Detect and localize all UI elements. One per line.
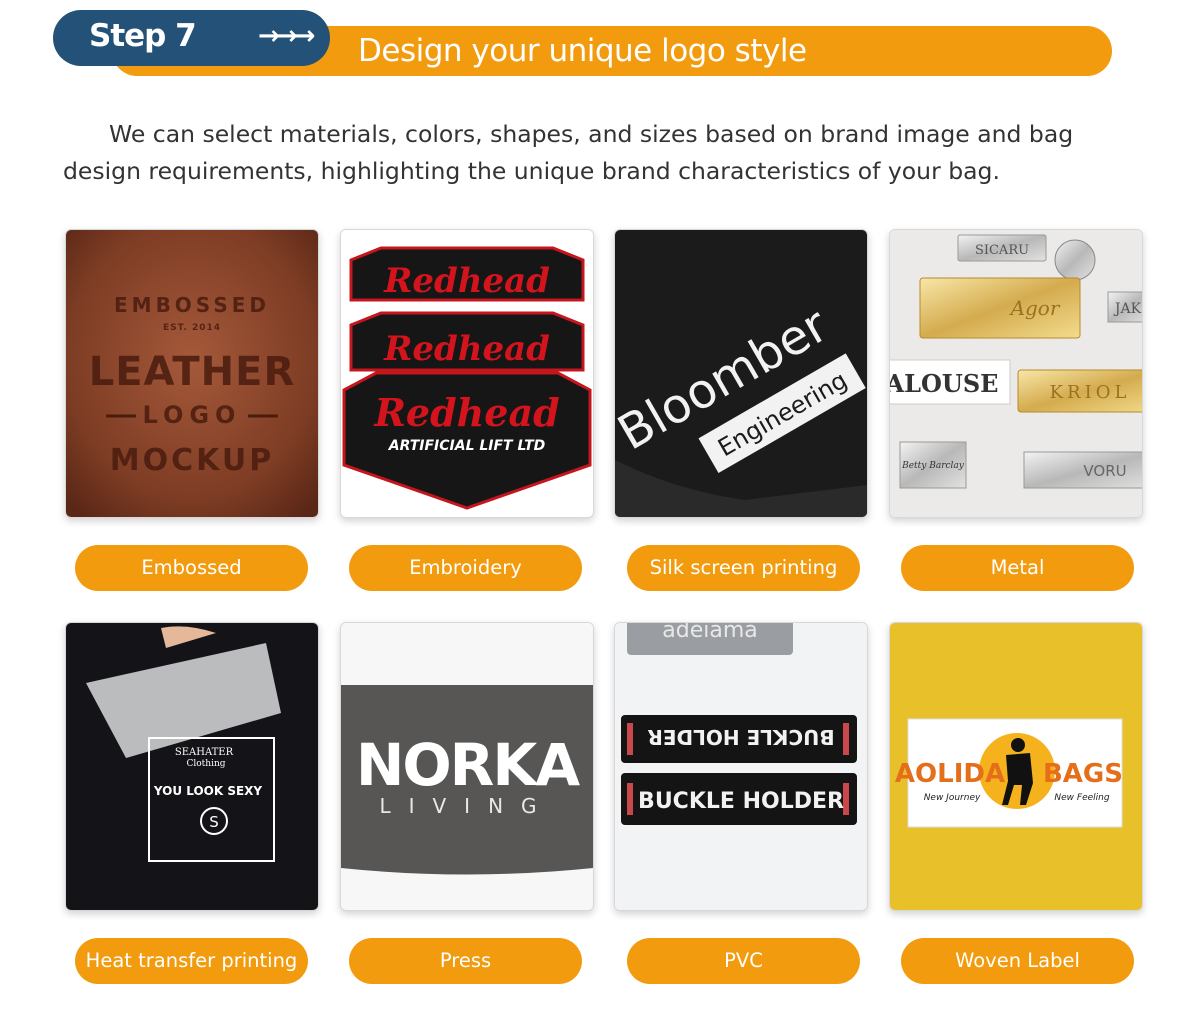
embossed-leather: LEATHER: [89, 349, 296, 395]
style-label-embossed: Embossed: [75, 545, 308, 591]
card-image-heat-transfer: SEAHATER Clothing YOU LOOK SEXY S: [65, 622, 319, 911]
embossed-logo: LOGO: [143, 401, 242, 429]
metal-tag-2: Agor: [1009, 296, 1061, 320]
metal-tag-7: VORU: [1083, 462, 1126, 480]
press-sub: LIVING: [379, 794, 554, 818]
card-image-press: NORKA LIVING: [340, 622, 594, 911]
section-title: Design your unique logo style: [358, 33, 807, 69]
heat-tagline: YOU LOOK SEXY: [153, 784, 263, 798]
heat-size: S: [209, 813, 219, 831]
step-badge: Step 7 →→→: [53, 10, 330, 66]
pvc-label-1: BUCKLE HOLDER: [647, 725, 834, 749]
intro-paragraph: We can select materials, colors, shapes,…: [63, 120, 1074, 185]
embossed-est: EST. 2014: [163, 323, 221, 333]
step-label: Step 7: [89, 18, 197, 54]
patch-text-3: Redhead: [373, 390, 559, 435]
card-image-pvc: adeiama BUCKLE HOLDER BUCKLE HOLDER: [614, 622, 868, 911]
patch-text-2: Redhead: [383, 329, 550, 369]
card-image-silk-screen: Bloomber Engineering: [614, 229, 868, 518]
embossed-mockup: MOCKUP: [110, 443, 274, 478]
heat-brand: SEAHATER: [175, 747, 234, 758]
heat-sub: Clothing: [186, 759, 225, 769]
card-image-embroidery: Redhead Redhead Redhead ARTIFICIAL LIFT …: [340, 229, 594, 518]
card-image-metal: SICARU Agor JAK ALOUSE KRIOL Betty Barcl…: [889, 229, 1143, 518]
style-label-heat-transfer: Heat transfer printing: [75, 938, 308, 984]
metal-tag-4: ALOUSE: [890, 369, 998, 398]
style-label-woven: Woven Label: [901, 938, 1134, 984]
woven-tag-2: New Feeling: [1054, 793, 1109, 803]
metal-tag-1: SICARU: [975, 243, 1029, 258]
press-brand: NORKA: [356, 731, 580, 799]
woven-word-2: BAGS: [1043, 759, 1123, 789]
woven-tag-1: New Journey: [924, 793, 981, 803]
pvc-label-2: BUCKLE HOLDER: [638, 789, 844, 814]
style-label-metal: Metal: [901, 545, 1134, 591]
arrows-icon: →→→: [258, 21, 315, 51]
embossed-word: EMBOSSED: [114, 293, 270, 317]
card-image-embossed: EMBOSSED EST. 2014 LEATHER LOGO MOCKUP: [65, 229, 319, 518]
metal-tag-3: JAK: [1113, 301, 1142, 317]
patch-subtext: ARTIFICIAL LIFT LTD: [388, 438, 546, 454]
style-label-pvc: PVC: [627, 938, 860, 984]
style-label-embroidery: Embroidery: [349, 545, 582, 591]
woven-word-1: AOLIDA: [895, 759, 1005, 789]
style-label-press: Press: [349, 938, 582, 984]
style-label-silk-screen: Silk screen printing: [627, 545, 860, 591]
metal-tag-6: Betty Barclay: [901, 461, 965, 471]
metal-tag-5: KRIOL: [1050, 382, 1131, 403]
pvc-top-text: adeiama: [662, 623, 758, 643]
patch-text-1: Redhead: [383, 261, 550, 301]
card-image-woven: AOLIDA BAGS New Journey New Feeling: [889, 622, 1143, 911]
